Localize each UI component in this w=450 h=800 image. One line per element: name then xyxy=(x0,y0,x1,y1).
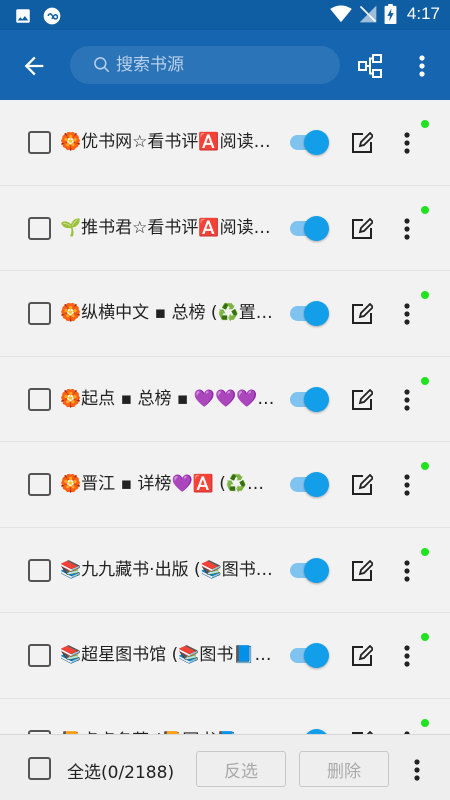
switch-knob xyxy=(304,130,329,155)
edit-icon[interactable] xyxy=(351,559,373,582)
edit-icon[interactable] xyxy=(351,303,373,325)
source-list: 🏵️优书网☆看书评🅰️阅读… 🌱推书君☆看书评🅰️阅读… 🏵️纵横中文 ▪ 总榜 (… xyxy=(0,100,450,734)
enable-switch[interactable] xyxy=(288,386,330,412)
search-icon xyxy=(94,57,110,73)
search-input[interactable] xyxy=(116,55,336,75)
row-checkbox[interactable] xyxy=(28,216,51,240)
source-name: 🌱推书君☆看书评🅰️阅读… xyxy=(60,217,271,238)
row-checkbox[interactable] xyxy=(28,558,51,582)
source-name: 🏵️优书网☆看书评🅰️阅读… xyxy=(60,132,271,152)
infinity-icon xyxy=(43,7,61,25)
more-vert-icon[interactable] xyxy=(396,130,418,156)
clock: 4:17 xyxy=(406,4,440,23)
more-vert-icon[interactable] xyxy=(396,216,418,242)
image-icon xyxy=(16,9,30,23)
row-checkbox[interactable] xyxy=(28,473,51,496)
wifi-icon xyxy=(330,5,352,23)
enable-switch[interactable] xyxy=(288,301,330,326)
edit-icon[interactable] xyxy=(351,132,373,154)
no-signal-icon xyxy=(359,5,377,23)
list-item[interactable]: 🏵️优书网☆看书评🅰️阅读… xyxy=(0,100,450,186)
edit-icon[interactable] xyxy=(351,474,373,496)
enable-switch[interactable] xyxy=(288,130,330,155)
more-vert-icon[interactable] xyxy=(410,52,434,80)
source-name: 📚九九藏书·出版 (📚图书… xyxy=(60,559,273,580)
search-box[interactable] xyxy=(70,46,340,84)
status-dot xyxy=(421,205,429,214)
source-name: 📚超星图书馆 (📚图书📘… xyxy=(60,645,272,665)
status-dot xyxy=(421,120,429,128)
enable-switch[interactable] xyxy=(288,557,330,583)
more-vert-icon[interactable] xyxy=(406,757,428,783)
more-vert-icon[interactable] xyxy=(396,643,418,669)
row-checkbox[interactable] xyxy=(28,387,51,411)
status-dot xyxy=(421,547,429,556)
list-item[interactable]: 🏵️晋江 ▪ 详榜💜🅰️ (♻️置… xyxy=(0,442,450,528)
more-vert-icon[interactable] xyxy=(396,558,418,584)
edit-icon[interactable] xyxy=(351,645,373,667)
status-dot xyxy=(421,718,429,727)
status-dot xyxy=(421,376,429,385)
list-item[interactable]: 📙点点名著 (📙图书📘… xyxy=(0,698,450,735)
source-name: 🏵️晋江 ▪ 详榜💜🅰️ (♻️置… xyxy=(60,474,275,494)
switch-knob xyxy=(304,472,329,497)
enable-switch[interactable] xyxy=(288,215,330,241)
switch-knob xyxy=(304,215,329,241)
more-vert-icon[interactable] xyxy=(396,387,418,413)
row-checkbox[interactable] xyxy=(28,302,51,325)
edit-icon[interactable] xyxy=(351,388,373,411)
edit-icon[interactable] xyxy=(351,217,373,240)
enable-switch[interactable] xyxy=(288,472,330,497)
invert-selection-button[interactable]: 反选 xyxy=(196,751,286,787)
toolbar xyxy=(0,30,450,100)
bottom-bar: 全选(0/2188) 反选 删除 xyxy=(0,734,450,800)
status-dot xyxy=(421,633,429,641)
arrow-left-icon[interactable] xyxy=(20,52,48,80)
battery-charging-icon xyxy=(384,4,397,24)
status-dot xyxy=(421,291,429,299)
source-name: 📙点点名著 (📙图书📘… xyxy=(60,727,275,735)
row-checkbox[interactable] xyxy=(28,131,51,154)
select-all-label: 全选(0/2188) xyxy=(67,763,175,783)
source-name: 🏵️起点 ▪ 总榜 ▪ 💜💜💜… xyxy=(60,388,275,409)
switch-knob xyxy=(304,557,329,583)
list-item[interactable]: 🏵️纵横中文 ▪ 总榜 (♻️置… xyxy=(0,271,450,357)
list-item[interactable]: 📚九九藏书·出版 (📚图书… xyxy=(0,527,450,613)
status-bar: 4:17 xyxy=(0,0,450,30)
switch-knob xyxy=(304,386,329,412)
row-checkbox[interactable] xyxy=(28,644,51,667)
switch-knob xyxy=(304,643,329,668)
delete-button[interactable]: 删除 xyxy=(299,751,389,787)
select-all-checkbox[interactable] xyxy=(28,757,51,780)
list-item[interactable]: 📚超星图书馆 (📚图书📘… xyxy=(0,613,450,699)
more-vert-icon[interactable] xyxy=(396,472,418,498)
list-item[interactable]: 🌱推书君☆看书评🅰️阅读… xyxy=(0,185,450,271)
switch-knob xyxy=(304,301,329,326)
status-dot xyxy=(421,462,429,470)
source-name: 🏵️纵横中文 ▪ 总榜 (♻️置… xyxy=(60,303,273,323)
list-item[interactable]: 🏵️起点 ▪ 总榜 ▪ 💜💜💜… xyxy=(0,356,450,442)
group-icon[interactable] xyxy=(356,52,384,80)
more-vert-icon[interactable] xyxy=(396,301,418,327)
enable-switch[interactable] xyxy=(288,643,330,668)
